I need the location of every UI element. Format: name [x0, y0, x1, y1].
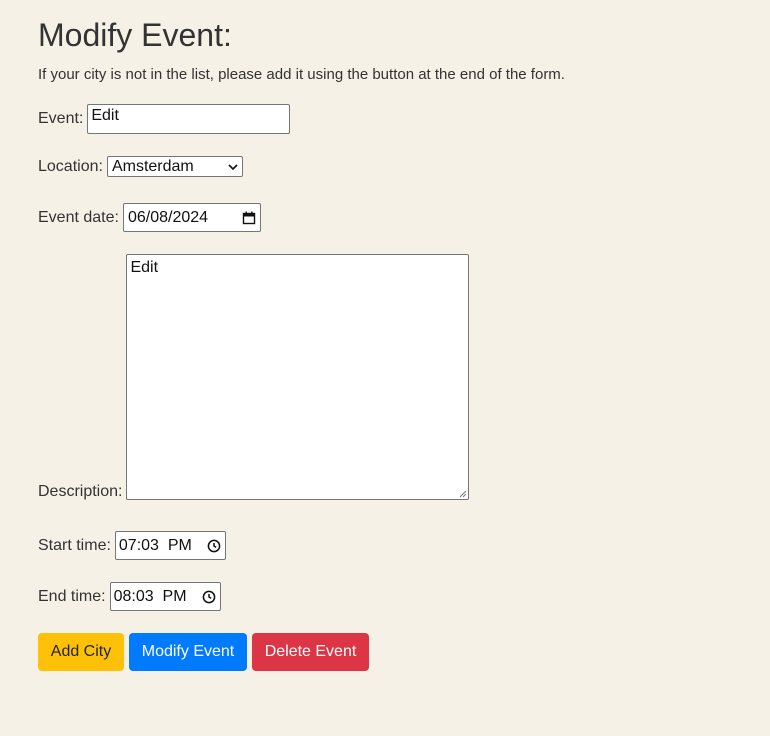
location-label: Location: — [38, 157, 103, 175]
end-time-label: End time: — [38, 587, 106, 605]
start-time-row: Start time: 07:03 PM — [38, 531, 226, 560]
event-date-input[interactable]: 06/08/2024 — [122, 203, 261, 232]
end-time-input[interactable]: 08:03 PM — [109, 582, 221, 611]
resize-handle-icon[interactable] — [459, 490, 467, 498]
chevron-down-icon — [228, 163, 238, 170]
start-time-value: 07:03 PM — [118, 536, 192, 554]
calendar-icon[interactable] — [242, 211, 256, 225]
description-row: Description: Edit — [38, 254, 470, 500]
clock-icon[interactable] — [207, 539, 221, 553]
form-actions: Add City Modify Event Delete Event — [38, 633, 369, 671]
modify-event-button[interactable]: Modify Event — [129, 633, 247, 671]
event-input-value: Edit — [91, 107, 119, 124]
event-date-label: Event date: — [38, 208, 119, 226]
location-selected-value: Amsterdam — [111, 157, 194, 175]
event-row: Event: Edit — [38, 104, 291, 134]
start-time-input[interactable]: 07:03 PM — [114, 531, 226, 560]
event-date-value: 06/08/2024 — [127, 208, 209, 226]
end-time-value: 08:03 PM — [113, 587, 187, 605]
event-input[interactable]: Edit — [87, 104, 291, 134]
event-label: Event: — [38, 110, 84, 127]
end-time-row: End time: 08:03 PM — [38, 582, 221, 611]
page-title: Modify Event: — [38, 17, 232, 53]
delete-event-button[interactable]: Delete Event — [252, 633, 369, 671]
description-textarea[interactable]: Edit — [126, 254, 470, 500]
location-select[interactable]: Amsterdam — [106, 156, 243, 177]
clock-icon[interactable] — [202, 590, 216, 604]
start-time-label: Start time: — [38, 536, 111, 554]
description-label: Description: — [38, 483, 123, 500]
add-city-button[interactable]: Add City — [38, 633, 124, 671]
location-row: Location: Amsterdam — [38, 156, 243, 177]
event-date-row: Event date: 06/08/2024 — [38, 203, 261, 232]
intro-text: If your city is not in the list, please … — [38, 66, 565, 83]
description-value: Edit — [130, 259, 159, 276]
